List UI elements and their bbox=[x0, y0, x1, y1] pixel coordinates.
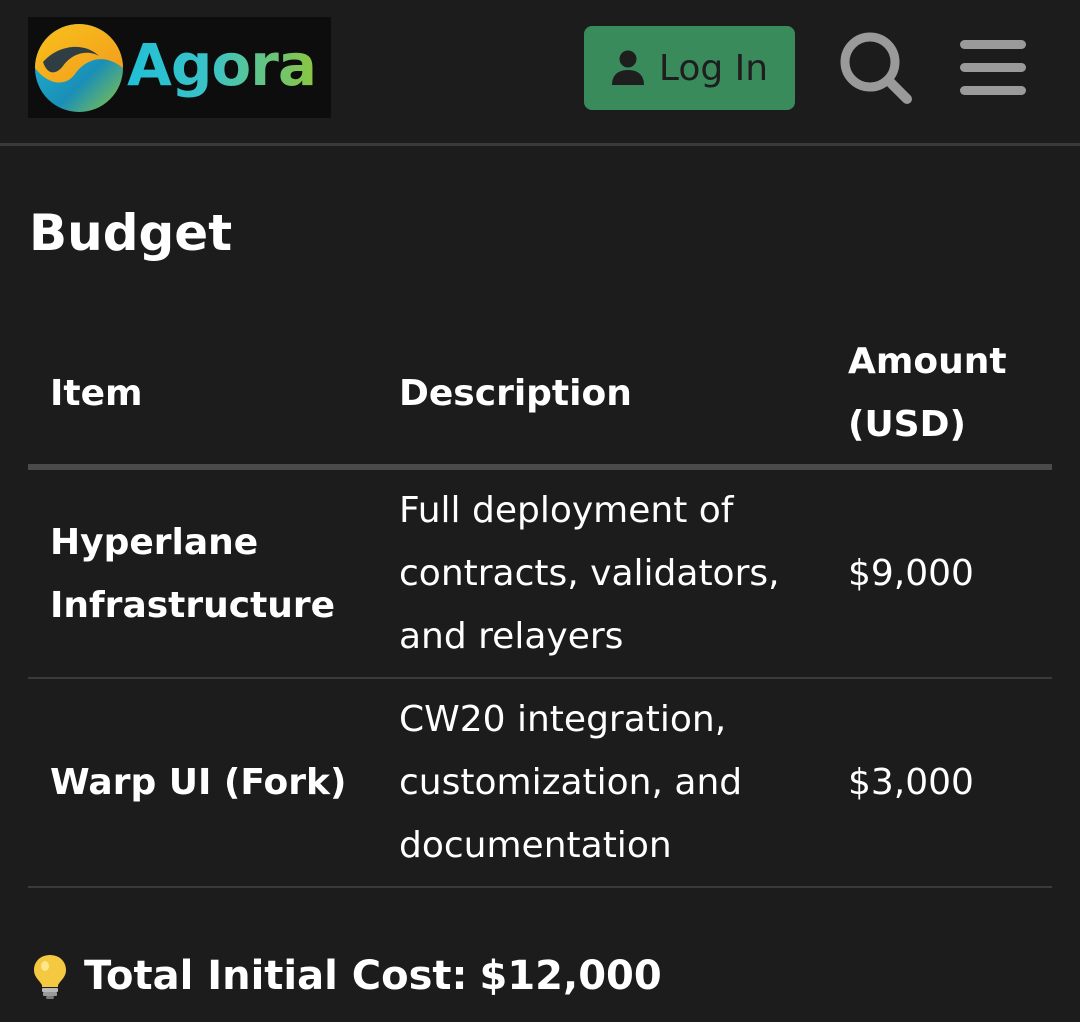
menu-button[interactable] bbox=[958, 38, 1028, 98]
table-row: Hyperlane Infrastructure Full deployment… bbox=[28, 467, 1052, 679]
agora-logo[interactable]: Agora bbox=[28, 17, 331, 118]
description-text-line: documentation bbox=[399, 825, 672, 866]
logo-wordmark: Agora bbox=[127, 30, 317, 99]
amount-header-line2: (USD) bbox=[848, 404, 966, 445]
login-button[interactable]: Log In bbox=[584, 26, 795, 110]
item-text-line: Infrastructure bbox=[50, 584, 336, 626]
table-header-row: Item Description Amount (USD) bbox=[28, 322, 1052, 470]
budget-table: Item Description Amount (USD) Hyperlane … bbox=[28, 322, 1052, 888]
item-cell: Warp UI (Fork) bbox=[28, 678, 377, 888]
description-text-line: and relayers bbox=[399, 616, 624, 657]
column-header-item: Item bbox=[28, 322, 377, 470]
item-cell: Hyperlane Infrastructure bbox=[28, 467, 377, 679]
description-cell: CW20 integration, customization, and doc… bbox=[377, 678, 826, 888]
total-cost-label: Total Initial Cost: bbox=[84, 953, 468, 999]
column-header-amount: Amount (USD) bbox=[826, 322, 1052, 470]
login-label: Log In bbox=[658, 47, 769, 89]
total-cost-line: Total Initial Cost: $12,000 bbox=[30, 948, 662, 1004]
search-icon bbox=[840, 32, 912, 104]
description-cell: Full deployment of contracts, validators… bbox=[377, 467, 826, 679]
lightbulb-icon bbox=[34, 955, 66, 999]
page-title: Budget bbox=[29, 204, 233, 262]
description-text-line: Full deployment of bbox=[399, 490, 734, 531]
site-header: Agora Log In bbox=[0, 0, 1080, 146]
item-text-line: Hyperlane bbox=[50, 521, 259, 563]
search-button[interactable] bbox=[836, 28, 916, 108]
table-row: Warp UI (Fork) CW20 integration, customi… bbox=[28, 678, 1052, 888]
amount-cell: $3,000 bbox=[826, 678, 1052, 888]
column-header-description: Description bbox=[377, 322, 826, 470]
user-icon bbox=[611, 50, 644, 85]
total-cost-value: $12,000 bbox=[479, 953, 662, 999]
description-text-line: CW20 integration, bbox=[399, 699, 727, 740]
amount-header-line1: Amount bbox=[848, 341, 1007, 382]
agora-logo-mark-icon bbox=[35, 23, 123, 112]
description-text-line: customization, and bbox=[399, 762, 743, 803]
hamburger-menu-icon bbox=[960, 40, 1026, 95]
amount-cell: $9,000 bbox=[826, 467, 1052, 679]
description-text-line: contracts, validators, bbox=[399, 553, 780, 594]
